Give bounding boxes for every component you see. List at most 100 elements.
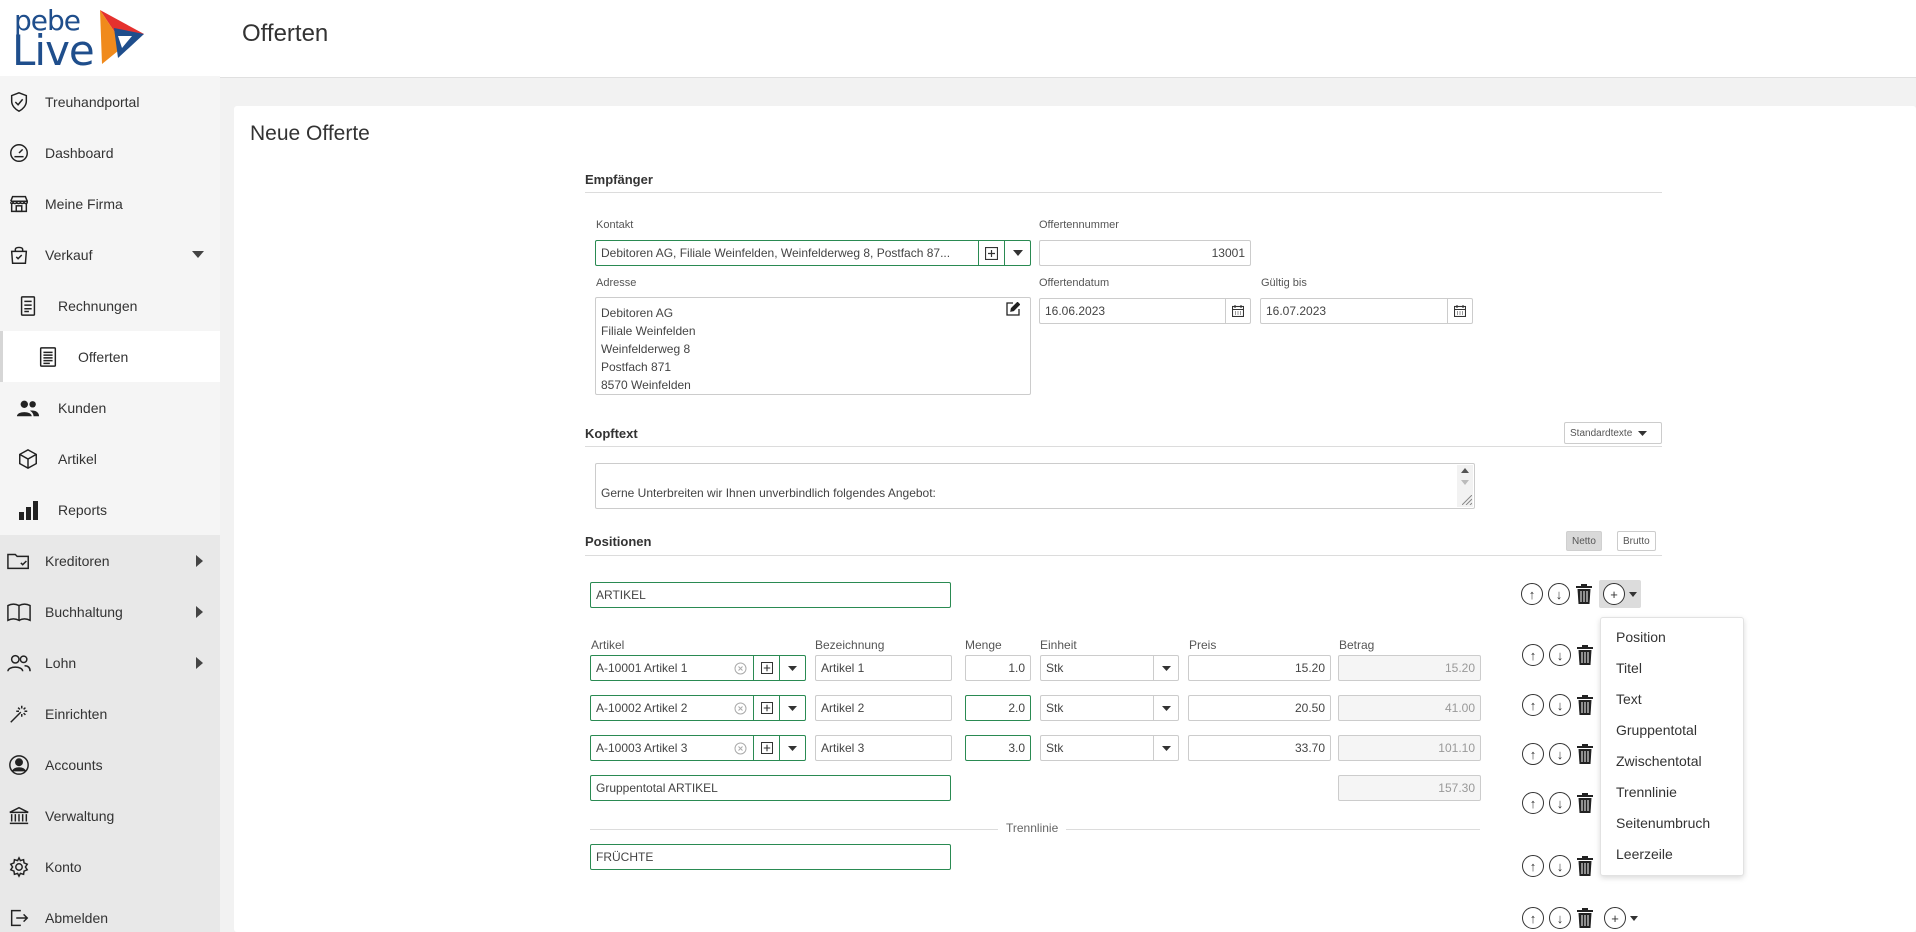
einheit-dropdown-button[interactable] xyxy=(1153,695,1178,721)
move-down-icon[interactable]: ↓ xyxy=(1549,907,1571,929)
menge-input[interactable]: 2.0 xyxy=(965,695,1031,721)
gueltig-calendar-button[interactable] xyxy=(1447,298,1472,324)
einheit-dropdown-button[interactable] xyxy=(1153,655,1178,681)
trash-icon[interactable] xyxy=(1576,792,1594,814)
title-position-input[interactable]: FRÜCHTE xyxy=(590,844,951,870)
sidebar-item-reports[interactable]: Reports xyxy=(0,484,220,535)
move-up-icon[interactable]: ↑ xyxy=(1522,644,1544,666)
app-logo[interactable]: pebe Live xyxy=(0,0,220,76)
menu-item-text[interactable]: Text xyxy=(1601,684,1743,715)
artikel-dropdown-button[interactable] xyxy=(779,655,805,681)
move-down-icon[interactable]: ↓ xyxy=(1549,792,1571,814)
offertendatum-calendar-button[interactable] xyxy=(1225,298,1250,324)
artikel-add-button[interactable] xyxy=(753,655,779,681)
move-up-icon[interactable]: ↑ xyxy=(1522,743,1544,765)
gueltig-input[interactable]: 16.07.2023 xyxy=(1260,298,1473,324)
kopftext-textarea[interactable]: Gerne Unterbreiten wir Ihnen unverbindli… xyxy=(595,463,1475,509)
chevron-down-icon xyxy=(1012,250,1023,256)
sidebar-item-dashboard[interactable]: Dashboard xyxy=(0,127,220,178)
sidebar-item-verwaltung[interactable]: Verwaltung xyxy=(0,790,220,841)
row-actions: ↑ ↓ xyxy=(1522,743,1600,765)
bezeichnung-input[interactable]: Artikel 1 xyxy=(815,655,952,681)
sidebar-item-abmelden[interactable]: Abmelden xyxy=(0,892,220,932)
sidebar-item-buchhaltung[interactable]: Buchhaltung xyxy=(0,586,220,637)
plus-square-icon xyxy=(760,742,773,754)
sidebar-item-kreditoren[interactable]: Kreditoren xyxy=(0,535,220,586)
menu-item-leerzeile[interactable]: Leerzeile xyxy=(1601,839,1743,870)
sidebar-item-verkauf[interactable]: Verkauf xyxy=(0,229,220,280)
add-dropdown-button[interactable]: + xyxy=(1600,904,1642,932)
trash-icon[interactable] xyxy=(1576,907,1594,929)
menu-item-zwischentotal[interactable]: Zwischentotal xyxy=(1601,746,1743,777)
move-down-icon[interactable]: ↓ xyxy=(1549,694,1571,716)
sidebar-item-rechnungen[interactable]: Rechnungen xyxy=(0,280,220,331)
kontakt-add-button[interactable] xyxy=(978,240,1004,266)
sidebar-item-lohn[interactable]: Lohn xyxy=(0,637,220,688)
move-down-icon[interactable]: ↓ xyxy=(1549,743,1571,765)
kopftext-scrollbar[interactable] xyxy=(1457,465,1473,507)
preis-input[interactable]: 20.50 xyxy=(1188,695,1331,721)
netto-toggle[interactable]: Netto xyxy=(1566,531,1602,551)
add-dropdown-button[interactable]: + xyxy=(1599,580,1641,608)
artikel-dropdown-button[interactable] xyxy=(779,735,805,761)
sidebar-item-meine-firma[interactable]: Meine Firma xyxy=(0,178,220,229)
sidebar-item-einrichten[interactable]: Einrichten xyxy=(0,688,220,739)
sidebar-item-artikel[interactable]: Artikel xyxy=(0,433,220,484)
kontakt-dropdown-button[interactable] xyxy=(1004,240,1030,266)
menge-input[interactable]: 1.0 xyxy=(965,655,1031,681)
trash-icon[interactable] xyxy=(1576,855,1594,877)
menu-item-titel[interactable]: Titel xyxy=(1601,653,1743,684)
menu-item-position[interactable]: Position xyxy=(1601,622,1743,653)
einheit-value: Stk xyxy=(1046,701,1064,715)
bezeichnung-input[interactable]: Artikel 3 xyxy=(815,735,952,761)
scroll-down-icon[interactable] xyxy=(1461,480,1469,485)
menu-item-trennlinie[interactable]: Trennlinie xyxy=(1601,777,1743,808)
clear-circle-icon[interactable] xyxy=(734,702,747,715)
adresse-textarea[interactable]: Debitoren AG Filiale Weinfelden Weinfeld… xyxy=(595,297,1031,395)
move-down-icon[interactable]: ↓ xyxy=(1548,583,1570,605)
kontakt-select[interactable]: Debitoren AG, Filiale Weinfelden, Weinfe… xyxy=(595,240,1031,266)
preis-input[interactable]: 15.20 xyxy=(1188,655,1331,681)
artikel-add-button[interactable] xyxy=(753,695,779,721)
menu-item-seitenumbruch[interactable]: Seitenumbruch xyxy=(1601,808,1743,839)
offertennummer-input[interactable]: 13001 xyxy=(1039,240,1251,266)
brutto-toggle[interactable]: Brutto xyxy=(1617,531,1656,551)
move-up-icon[interactable]: ↑ xyxy=(1522,694,1544,716)
edit-icon[interactable] xyxy=(1006,302,1020,316)
clear-circle-icon[interactable] xyxy=(734,662,747,675)
scroll-up-icon[interactable] xyxy=(1461,468,1469,473)
sidebar-item-offerten[interactable]: Offerten xyxy=(0,331,220,382)
einheit-dropdown-button[interactable] xyxy=(1153,735,1178,761)
move-up-icon[interactable]: ↑ xyxy=(1521,583,1543,605)
menu-item-gruppentotal[interactable]: Gruppentotal xyxy=(1601,715,1743,746)
title-position-input[interactable]: ARTIKEL xyxy=(590,582,951,608)
bezeichnung-input[interactable]: Artikel 2 xyxy=(815,695,952,721)
menge-input[interactable]: 3.0 xyxy=(965,735,1031,761)
move-up-icon[interactable]: ↑ xyxy=(1522,792,1544,814)
clear-circle-icon[interactable] xyxy=(734,742,747,755)
sidebar-item-treuhandportal[interactable]: Treuhandportal xyxy=(0,76,220,127)
gruppentotal-input[interactable]: Gruppentotal ARTIKEL xyxy=(590,775,951,801)
move-down-icon[interactable]: ↓ xyxy=(1549,644,1571,666)
artikel-add-button[interactable] xyxy=(753,735,779,761)
standardtexte-dropdown[interactable]: Standardtexte xyxy=(1564,422,1662,444)
menge-value: 1.0 xyxy=(1008,661,1025,675)
trash-icon[interactable] xyxy=(1576,743,1594,765)
chevron-down-icon xyxy=(1161,705,1171,711)
resize-handle-icon[interactable] xyxy=(1462,495,1472,505)
plus-square-icon xyxy=(760,662,773,674)
sidebar-item-accounts[interactable]: Accounts xyxy=(0,739,220,790)
artikel-dropdown-button[interactable] xyxy=(779,695,805,721)
trash-icon[interactable] xyxy=(1576,644,1594,666)
move-down-icon[interactable]: ↓ xyxy=(1549,855,1571,877)
artikel-value: A-10001 Artikel 1 xyxy=(596,661,688,675)
preis-input[interactable]: 33.70 xyxy=(1188,735,1331,761)
trash-icon[interactable] xyxy=(1575,583,1593,605)
offertendatum-input[interactable]: 16.06.2023 xyxy=(1039,298,1251,324)
sidebar-item-konto[interactable]: Konto xyxy=(0,841,220,892)
move-up-icon[interactable]: ↑ xyxy=(1522,855,1544,877)
list-document-icon xyxy=(36,345,60,369)
trash-icon[interactable] xyxy=(1576,694,1594,716)
sidebar-item-kunden[interactable]: Kunden xyxy=(0,382,220,433)
move-up-icon[interactable]: ↑ xyxy=(1522,907,1544,929)
